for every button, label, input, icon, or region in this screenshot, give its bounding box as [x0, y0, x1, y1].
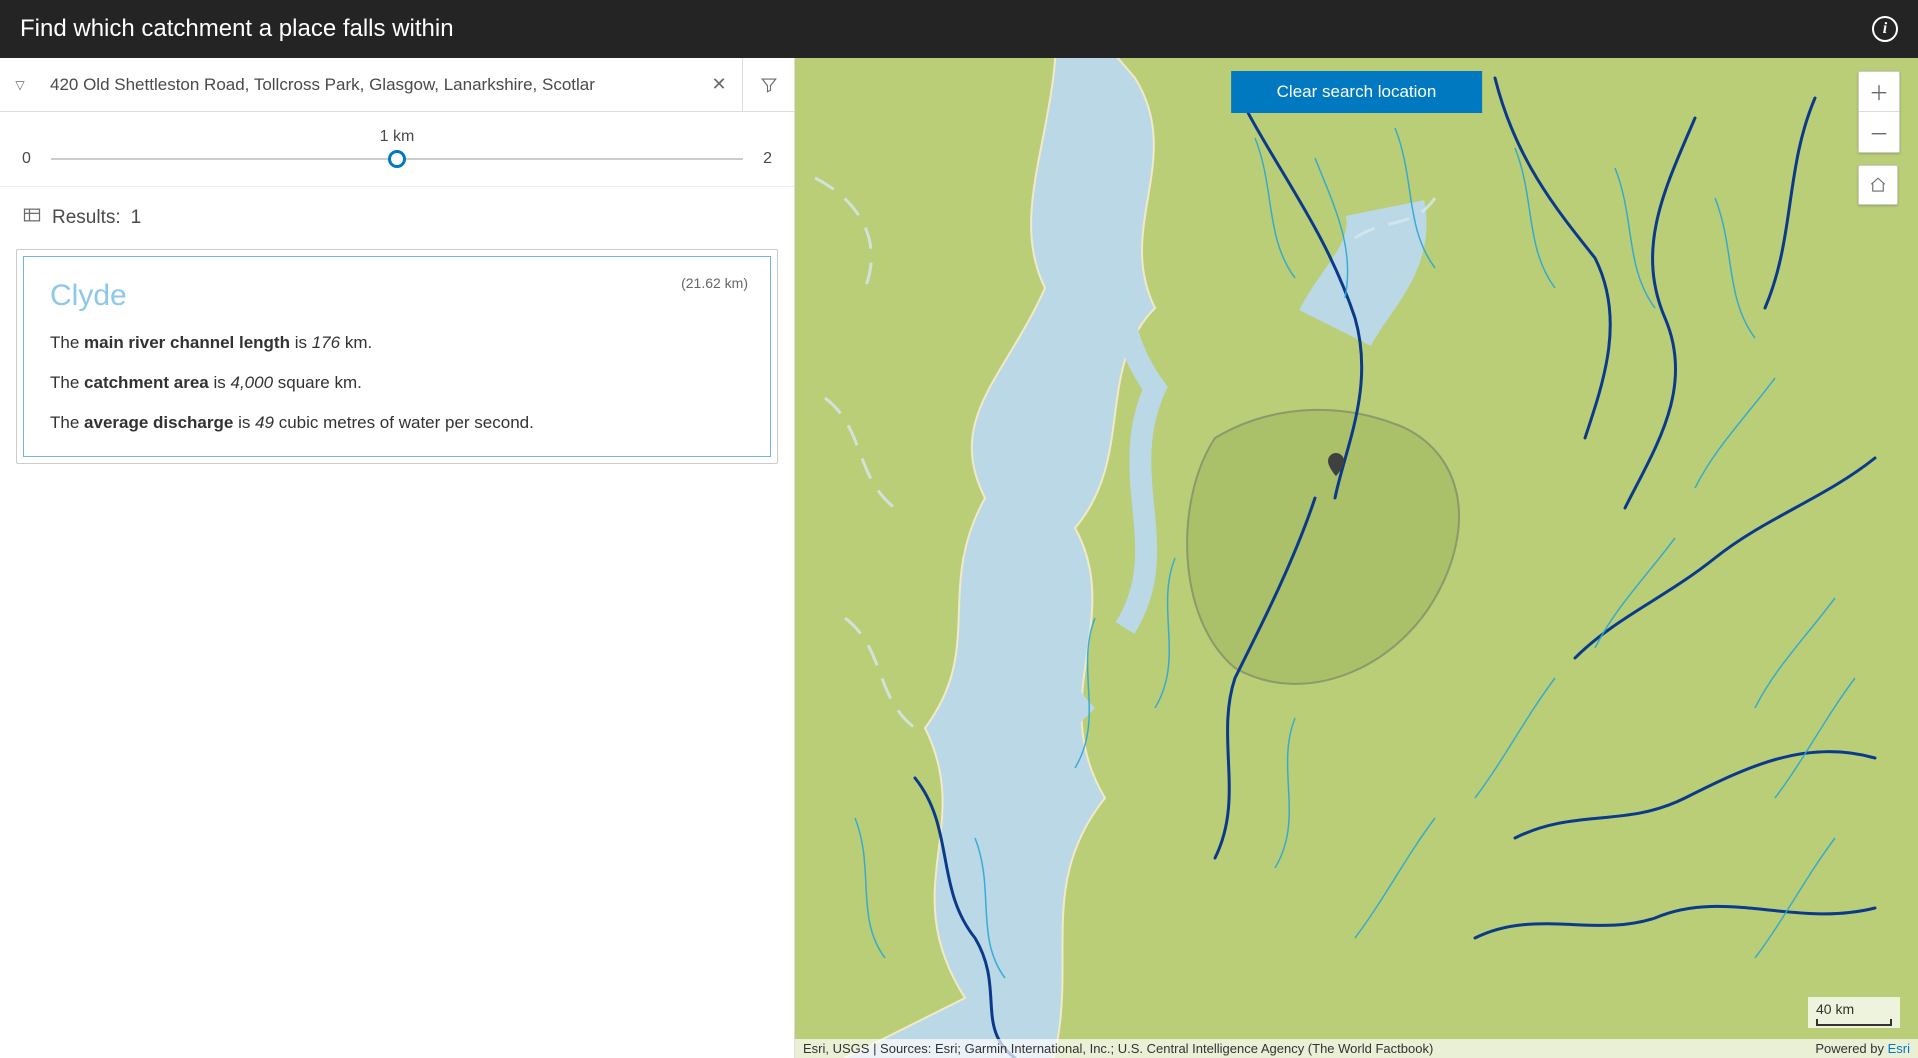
- collapse-toggle[interactable]: ▽: [0, 58, 40, 111]
- result-line-discharge: The average discharge is 49 cubic metres…: [50, 411, 744, 435]
- close-icon: ✕: [711, 74, 726, 95]
- zoom-out-button[interactable]: －: [1859, 112, 1899, 152]
- result-line-area: The catchment area is 4,000 square km.: [50, 371, 744, 395]
- slider-value-label: 1 km: [22, 128, 772, 146]
- scale-bar: 40 km: [1808, 997, 1900, 1028]
- plus-icon: ＋: [1869, 77, 1889, 106]
- search-location-marker: [1325, 453, 1347, 490]
- scale-line: [1816, 1019, 1892, 1026]
- info-button[interactable]: i: [1872, 16, 1898, 42]
- clear-location-button[interactable]: Clear search location: [1231, 71, 1483, 113]
- attribution-sources: Esri, USGS | Sources: Esri; Garmin Inter…: [803, 1041, 1433, 1056]
- results-header: Results: 1: [0, 187, 794, 249]
- minus-icon: －: [1869, 118, 1889, 147]
- slider-thumb[interactable]: [388, 150, 406, 168]
- app-header: Find which catchment a place falls withi…: [0, 0, 1918, 58]
- slider-max-label: 2: [763, 150, 772, 168]
- search-input[interactable]: [40, 58, 696, 111]
- scale-label: 40 km: [1816, 1001, 1854, 1017]
- map[interactable]: Clear search location ＋ － 40 km Esri, US…: [795, 58, 1918, 1058]
- esri-link[interactable]: Esri: [1888, 1041, 1910, 1056]
- table-icon[interactable]: [22, 205, 42, 231]
- distance-slider[interactable]: [51, 158, 743, 160]
- search-row: ▽ ✕: [0, 58, 794, 112]
- home-extent-button[interactable]: [1858, 165, 1898, 205]
- slider-wrap: 0 2: [22, 150, 772, 168]
- map-canvas: [795, 58, 1918, 1058]
- filter-button[interactable]: [742, 58, 794, 111]
- map-attribution: Esri, USGS | Sources: Esri; Garmin Inter…: [795, 1039, 1918, 1058]
- filter-icon: [760, 76, 778, 94]
- clear-search-button[interactable]: ✕: [696, 58, 742, 111]
- results-count: 1: [131, 207, 142, 229]
- results-label: Results:: [52, 207, 121, 229]
- result-distance: (21.62 km): [681, 275, 748, 291]
- distance-slider-row: 1 km 0 2: [0, 112, 794, 187]
- zoom-in-button[interactable]: ＋: [1859, 72, 1899, 112]
- content-wrap: ▽ ✕ 1 km 0 2 Results: 1: [0, 58, 1918, 1058]
- result-title: Clyde: [50, 279, 744, 313]
- home-icon: [1869, 176, 1887, 194]
- app-title: Find which catchment a place falls withi…: [20, 15, 454, 43]
- sidebar: ▽ ✕ 1 km 0 2 Results: 1: [0, 58, 795, 1058]
- result-line-channel: The main river channel length is 176 km.: [50, 331, 744, 355]
- result-card[interactable]: (21.62 km) Clyde The main river channel …: [16, 249, 778, 464]
- slider-min-label: 0: [22, 150, 31, 168]
- results-list: (21.62 km) Clyde The main river channel …: [0, 249, 794, 464]
- chevron-down-icon: ▽: [15, 78, 24, 92]
- result-card-inner: (21.62 km) Clyde The main river channel …: [23, 256, 771, 457]
- attribution-powered: Powered by Esri: [1815, 1041, 1910, 1056]
- map-controls: ＋ －: [1858, 71, 1900, 205]
- zoom-group: ＋ －: [1858, 71, 1900, 153]
